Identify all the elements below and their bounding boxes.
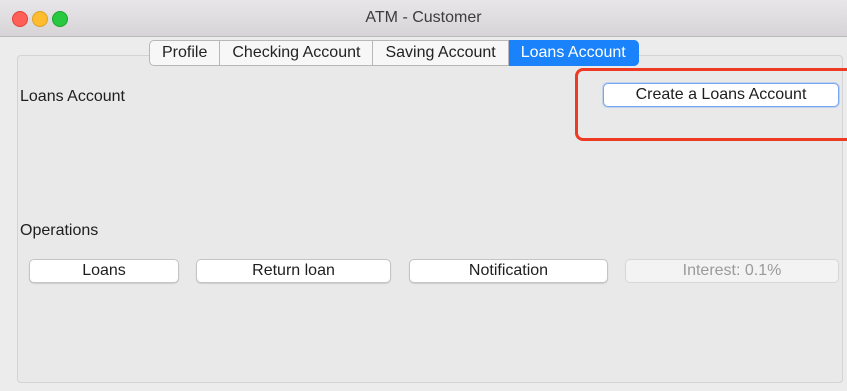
app-window: ATM - Customer Profile Checking Account …	[0, 0, 847, 391]
interest-field: Interest: 0.1%	[625, 259, 839, 283]
title-bar: ATM - Customer	[0, 0, 847, 37]
notification-button[interactable]: Notification	[409, 259, 608, 283]
loans-button[interactable]: Loans	[29, 259, 179, 283]
return-loan-button[interactable]: Return loan	[196, 259, 391, 283]
create-loans-account-button[interactable]: Create a Loans Account	[603, 83, 839, 107]
tab-checking-account[interactable]: Checking Account	[220, 40, 374, 66]
main-content: Profile Checking Account Saving Account …	[0, 37, 847, 391]
operations-title: Operations	[20, 222, 99, 239]
tab-loans-account[interactable]: Loans Account	[508, 40, 639, 66]
tab-profile[interactable]: Profile	[149, 40, 221, 66]
section-title: Loans Account	[20, 88, 125, 105]
window-title: ATM - Customer	[365, 9, 482, 26]
tab-bar: Profile Checking Account Saving Account …	[149, 40, 639, 66]
tab-saving-account[interactable]: Saving Account	[373, 40, 509, 66]
